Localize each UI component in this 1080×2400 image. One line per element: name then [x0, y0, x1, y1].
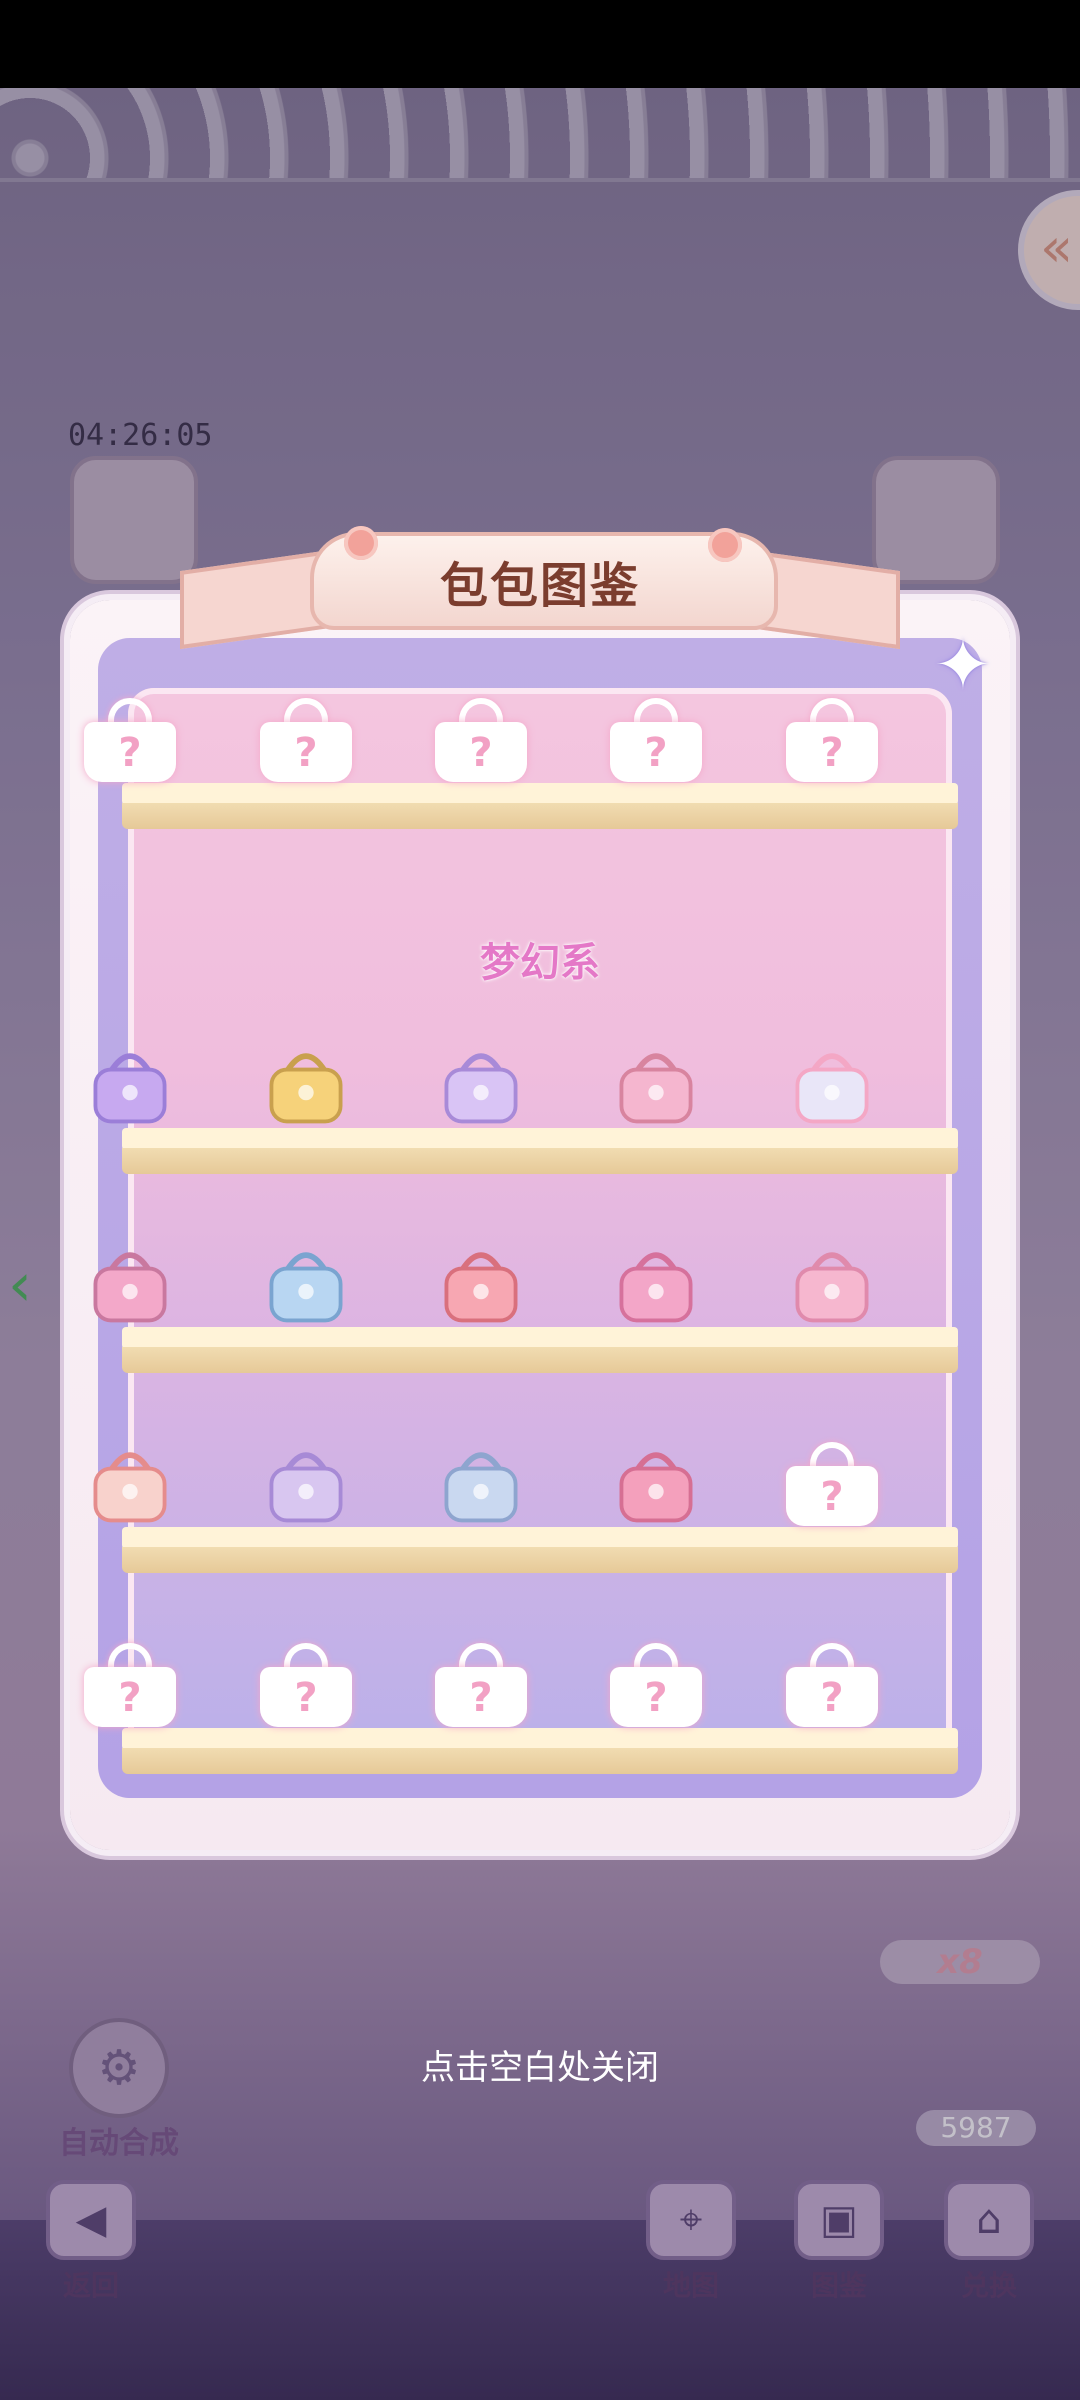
- pearl-bag-slot[interactable]: [777, 1028, 887, 1138]
- heart-bag-icon: [93, 1452, 167, 1523]
- wing-bag-icon: [795, 1252, 869, 1323]
- nurse-backpack-icon: [269, 1252, 343, 1323]
- wing-bag-slot[interactable]: [777, 1227, 887, 1337]
- status-bar: [0, 0, 1080, 88]
- locked-bag-icon: ?: [786, 698, 878, 782]
- shelf-front: [122, 803, 958, 829]
- question-mark: ?: [644, 1675, 668, 1721]
- locked-bag-icon: ?: [84, 698, 176, 782]
- question-mark: ?: [644, 730, 668, 776]
- ribbon-bag-icon: [269, 1452, 343, 1523]
- category-label: 梦幻系: [480, 940, 600, 986]
- question-mark: ?: [469, 730, 493, 776]
- bow-bag-slot[interactable]: [426, 1227, 536, 1337]
- question-mark: ?: [820, 1675, 844, 1721]
- shelf-front: [122, 1347, 958, 1373]
- shelf-front: [122, 1748, 958, 1774]
- question-mark: ?: [294, 730, 318, 776]
- question-mark: ?: [118, 730, 142, 776]
- locked-bag-slot[interactable]: ?: [251, 1628, 361, 1738]
- flower-bag-icon: [93, 1053, 167, 1124]
- locked-bag-slot[interactable]: ?: [601, 1628, 711, 1738]
- pink-box-bag-icon: [93, 1252, 167, 1323]
- glitter-bag-slot[interactable]: [601, 1427, 711, 1537]
- locked-bag-icon: ?: [610, 1643, 702, 1727]
- tote-bag-slot[interactable]: [601, 1227, 711, 1337]
- shelf-front: [122, 1148, 958, 1174]
- locked-bag-slot[interactable]: ?: [251, 683, 361, 793]
- locked-bag-slot[interactable]: ?: [777, 683, 887, 793]
- star-charm-slot[interactable]: [251, 1028, 361, 1138]
- star-charm-icon: [269, 1053, 343, 1124]
- rose-bag-slot[interactable]: [601, 1028, 711, 1138]
- sparkle-close-icon: ✦: [933, 624, 993, 706]
- locked-bag-icon: ?: [435, 698, 527, 782]
- locked-bag-slot[interactable]: ?: [426, 1628, 536, 1738]
- candy-bag-icon: [444, 1053, 518, 1124]
- quilted-bag-icon: [444, 1452, 518, 1523]
- flower-bag-slot[interactable]: [75, 1028, 185, 1138]
- locked-bag-slot[interactable]: ?: [75, 1628, 185, 1738]
- locked-bag-icon: ?: [435, 1643, 527, 1727]
- pink-box-bag-slot[interactable]: [75, 1227, 185, 1337]
- locked-bag-icon: ?: [786, 1643, 878, 1727]
- locked-bag-icon: ?: [260, 698, 352, 782]
- locked-bag-slot[interactable]: ?: [777, 1427, 887, 1537]
- nurse-backpack-slot[interactable]: [251, 1227, 361, 1337]
- question-mark: ?: [469, 1675, 493, 1721]
- pearl-bag-icon: [795, 1053, 869, 1124]
- close-button[interactable]: ✦: [928, 630, 998, 700]
- locked-bag-slot[interactable]: ?: [777, 1628, 887, 1738]
- bow-bag-icon: [444, 1252, 518, 1323]
- locked-bag-slot[interactable]: ?: [75, 683, 185, 793]
- title-banner: 包包图鉴: [180, 520, 900, 650]
- locked-bag-icon: ?: [610, 698, 702, 782]
- question-mark: ?: [820, 1474, 844, 1520]
- ribbon-bag-slot[interactable]: [251, 1427, 361, 1537]
- rose-bag-icon: [619, 1053, 693, 1124]
- shelf-front: [122, 1547, 958, 1573]
- tap-to-close-hint[interactable]: 点击空白处关闭: [0, 2040, 1080, 2089]
- modal-title: 包包图鉴: [439, 558, 640, 614]
- locked-bag-slot[interactable]: ?: [426, 683, 536, 793]
- locked-bag-slot[interactable]: ?: [601, 683, 711, 793]
- candy-bag-slot[interactable]: [426, 1028, 536, 1138]
- locked-bag-icon: ?: [84, 1643, 176, 1727]
- tote-bag-icon: [619, 1252, 693, 1323]
- locked-bag-icon: ?: [260, 1643, 352, 1727]
- question-mark: ?: [820, 730, 844, 776]
- heart-bag-slot[interactable]: [75, 1427, 185, 1537]
- question-mark: ?: [118, 1675, 142, 1721]
- locked-bag-icon: ?: [786, 1442, 878, 1526]
- quilted-bag-slot[interactable]: [426, 1427, 536, 1537]
- glitter-bag-icon: [619, 1452, 693, 1523]
- question-mark: ?: [294, 1675, 318, 1721]
